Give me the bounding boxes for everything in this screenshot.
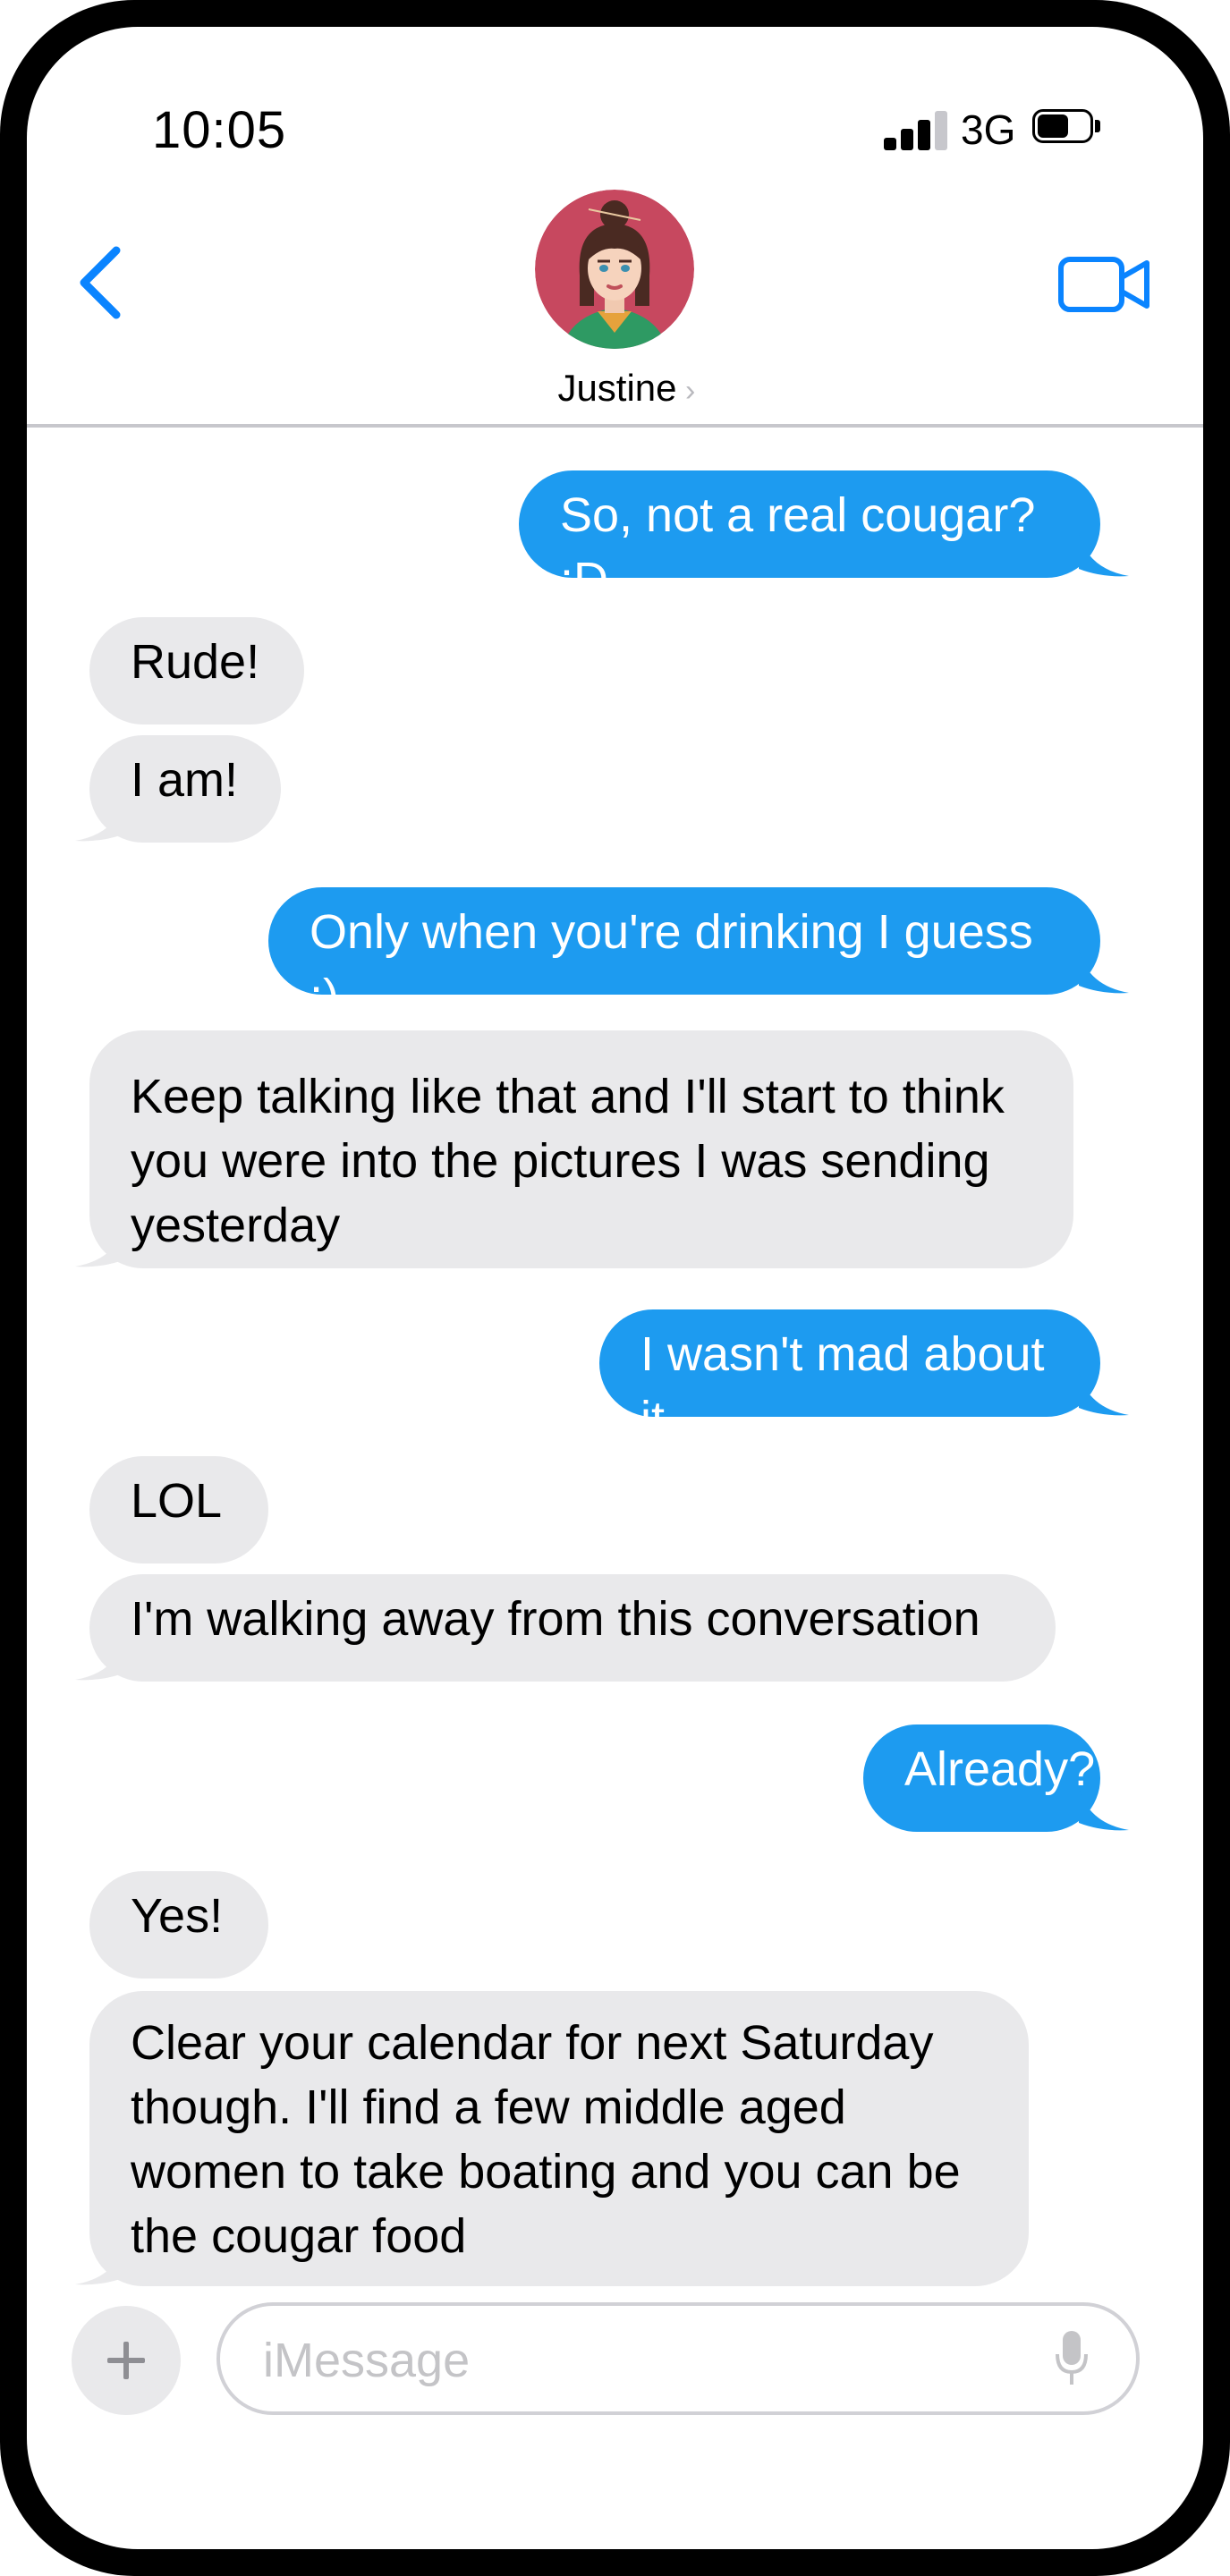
status-time: 10:05 — [152, 101, 287, 159]
message-received[interactable]: Rude! — [89, 617, 304, 724]
message-received[interactable]: LOL — [89, 1456, 268, 1563]
contact-name[interactable]: Justine — [528, 367, 707, 410]
phone-frame: 10:05 3G Justine › So, not a real cougar… — [0, 0, 1230, 2576]
message-received[interactable]: Keep talking like that and I'll start to… — [89, 1030, 1073, 1268]
message-sent[interactable]: Already? — [863, 1724, 1100, 1832]
bubble-tail — [1079, 1372, 1129, 1416]
message-received[interactable]: I'm walking away from this conversation — [89, 1574, 1056, 1682]
imessage-input[interactable]: iMessage — [216, 2302, 1140, 2415]
imessage-placeholder: iMessage — [263, 2334, 471, 2387]
video-call-icon[interactable] — [1056, 250, 1154, 322]
screen: 10:05 3G Justine › So, not a real cougar… — [27, 27, 1203, 2549]
message-received[interactable]: Clear your calendar for next Saturday th… — [89, 1991, 1029, 2286]
bubble-tail — [75, 2241, 125, 2285]
message-sent[interactable]: So, not a real cougar? :D — [519, 470, 1100, 606]
message-sent[interactable]: I wasn't mad about it — [599, 1309, 1100, 1445]
message-received[interactable]: Yes! — [89, 1871, 268, 1979]
bubble-tail — [75, 1637, 125, 1681]
bubble-tail — [1079, 533, 1129, 577]
microphone-icon[interactable] — [1054, 2329, 1090, 2388]
battery-icon — [1032, 109, 1104, 147]
message-sent[interactable]: Only when you're drinking I guess ;) — [268, 887, 1100, 1023]
chevron-right-icon: › — [685, 374, 696, 408]
bubble-tail — [1079, 950, 1129, 994]
network-type: 3G — [961, 106, 1016, 153]
contact-avatar[interactable] — [535, 190, 694, 349]
add-attachment-button[interactable] — [72, 2306, 181, 2415]
back-chevron-icon[interactable] — [66, 238, 138, 327]
signal-strength-icon — [884, 109, 948, 150]
bubble-tail — [75, 1224, 125, 1267]
bubble-tail — [1079, 1787, 1129, 1831]
bubble-tail — [75, 798, 125, 842]
header-divider — [27, 424, 1203, 428]
